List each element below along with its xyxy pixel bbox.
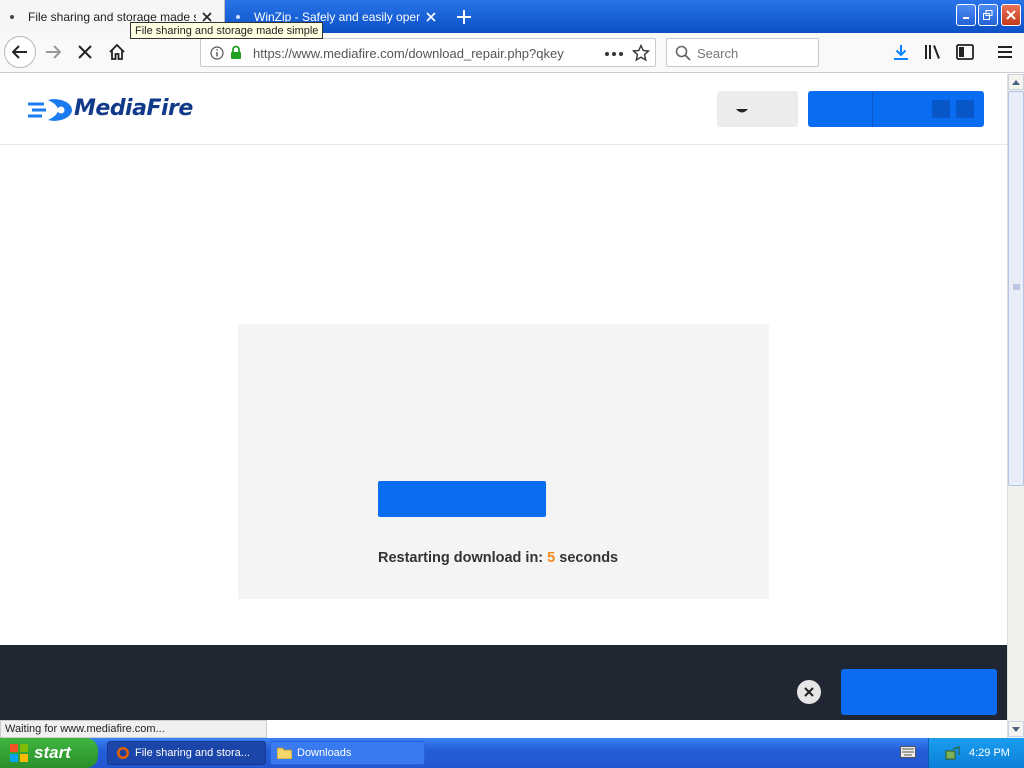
download-button[interactable] — [378, 481, 546, 517]
taskbar-item-label: File sharing and stora... — [135, 747, 250, 759]
home-button[interactable] — [102, 37, 132, 67]
downloads-icon[interactable] — [886, 37, 916, 67]
banner-blue-button[interactable] — [841, 669, 997, 715]
lock-icon — [230, 45, 242, 60]
tab-favicon — [236, 14, 240, 19]
button-divider — [872, 91, 873, 127]
start-button[interactable]: start — [0, 738, 98, 768]
header-blue-button[interactable] — [808, 91, 984, 127]
mediafire-header: MediaFire — [0, 74, 1007, 145]
tab-close-icon[interactable] — [420, 6, 442, 28]
keyboard-icon[interactable] — [900, 746, 916, 758]
footer-banner — [0, 645, 1007, 720]
back-button[interactable] — [4, 36, 36, 68]
url-bar[interactable]: https://www.mediafire.com/download_repai… — [200, 38, 656, 67]
small-glyph-icon — [735, 107, 749, 115]
banner-close-icon[interactable] — [797, 680, 821, 704]
taskbar: start File sharing and stora... Download… — [0, 738, 1024, 768]
tab-favicon — [10, 14, 14, 19]
site-info-icon[interactable] — [210, 46, 224, 60]
button-square-block — [932, 100, 950, 118]
taskbar-item-firefox[interactable]: File sharing and stora... — [107, 741, 266, 765]
vertical-scrollbar[interactable] — [1007, 74, 1024, 738]
search-field[interactable]: Search — [666, 38, 819, 67]
system-tray: 4:29 PM — [928, 738, 1024, 768]
button-square-block — [956, 100, 974, 118]
sidebar-icon[interactable] — [950, 37, 980, 67]
taskbar-item-downloads[interactable]: Downloads — [270, 741, 425, 765]
window-close-button[interactable] — [1001, 4, 1021, 26]
mediafire-logo-text[interactable]: MediaFire — [74, 96, 193, 121]
countdown-number: 5 — [547, 550, 556, 566]
menu-hamburger-icon[interactable] — [990, 37, 1020, 67]
clock[interactable]: 4:29 PM — [969, 747, 1010, 759]
search-icon — [675, 45, 691, 61]
mediafire-flame-icon[interactable] — [28, 98, 74, 122]
stop-loading-button[interactable] — [70, 37, 100, 67]
restart-message: Restarting download in: 5 seconds — [378, 550, 618, 566]
url-text: https://www.mediafire.com/download_repai… — [253, 46, 564, 61]
library-icon[interactable] — [918, 37, 948, 67]
bookmark-star-icon[interactable] — [632, 44, 650, 62]
tray-network-icon[interactable] — [945, 745, 961, 761]
tab-tooltip: File sharing and storage made simple — [130, 22, 324, 39]
folder-icon — [277, 747, 292, 759]
taskbar-item-label: Downloads — [297, 747, 352, 759]
scroll-up-arrow-icon[interactable] — [1008, 74, 1024, 90]
scrollbar-thumb[interactable] — [1008, 91, 1024, 486]
start-label: start — [34, 743, 71, 762]
header-grey-button[interactable] — [717, 91, 798, 127]
window-restore-button[interactable] — [978, 4, 998, 26]
scroll-down-arrow-icon[interactable] — [1008, 721, 1024, 737]
download-panel: Restarting download in: 5 seconds — [238, 324, 769, 599]
search-placeholder: Search — [697, 46, 739, 61]
new-tab-plus-icon[interactable] — [452, 5, 476, 29]
window-minimize-button[interactable] — [956, 4, 976, 26]
navigation-bar: https://www.mediafire.com/download_repai… — [0, 33, 1024, 73]
windows-logo-icon — [10, 744, 28, 762]
browser-status-text: Waiting for www.mediafire.com... — [0, 720, 267, 738]
forward-button[interactable] — [38, 37, 68, 67]
page-viewport: MediaFire Restarting download in: 5 seco… — [0, 74, 1007, 720]
page-actions-icon[interactable] — [605, 52, 623, 56]
restart-label: Restarting download in: — [378, 550, 544, 566]
seconds-label: seconds — [559, 550, 619, 566]
firefox-icon — [116, 746, 130, 760]
